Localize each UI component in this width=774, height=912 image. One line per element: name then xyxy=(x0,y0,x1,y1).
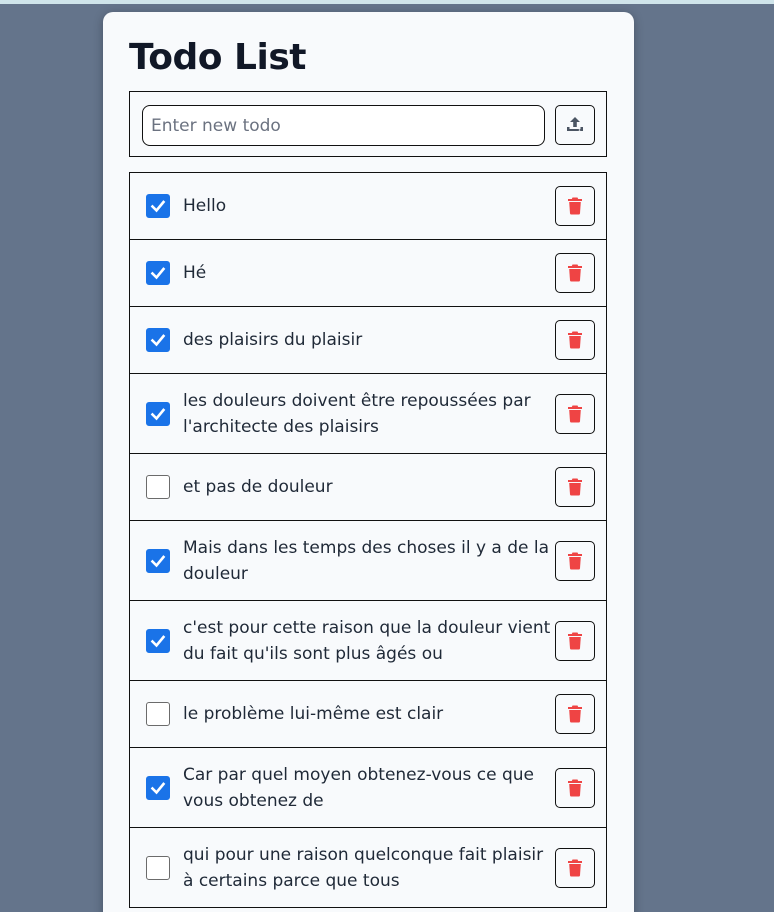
delete-todo-button[interactable] xyxy=(555,767,595,808)
checkmark-icon xyxy=(150,334,166,347)
todo-text: Hello xyxy=(183,196,227,216)
trash-icon xyxy=(567,859,583,877)
delete-todo-button[interactable] xyxy=(555,620,595,661)
checkmark-icon xyxy=(150,200,166,213)
todo-text: le problème lui-même est clair xyxy=(183,704,444,724)
delete-todo-button[interactable] xyxy=(555,847,595,888)
todo-text: et pas de douleur xyxy=(183,477,333,497)
todo-text: Car par quel moyen obtenez-vous ce que v… xyxy=(183,764,534,811)
trash-icon xyxy=(567,405,583,423)
trash-icon xyxy=(567,331,583,349)
todo-text: des plaisirs du plaisir xyxy=(183,330,363,350)
new-todo-input[interactable] xyxy=(142,105,545,146)
delete-todo-button[interactable] xyxy=(555,694,595,734)
add-todo-form xyxy=(129,91,607,157)
todo-checkbox[interactable] xyxy=(146,855,170,880)
checkmark-icon xyxy=(150,407,166,420)
todo-item: le problème lui-même est clair xyxy=(129,680,607,748)
upload-icon xyxy=(565,115,585,135)
top-strip xyxy=(0,0,774,4)
trash-icon xyxy=(567,197,583,215)
delete-todo-button[interactable] xyxy=(555,540,595,581)
todo-checkbox[interactable] xyxy=(146,328,170,352)
todo-checkbox[interactable] xyxy=(146,475,170,499)
trash-icon xyxy=(567,478,583,496)
todo-item: Mais dans les temps des choses il y a de… xyxy=(129,520,607,601)
todo-item: Hé xyxy=(129,239,607,307)
todo-card: Todo List Hello xyxy=(103,12,634,912)
todo-list: Hello Hé des plaisirs du plaisir les dou… xyxy=(129,172,607,908)
todo-text: Mais dans les temps des choses il y a de… xyxy=(183,537,550,584)
todo-item: les douleurs doivent être repoussées par… xyxy=(129,373,607,454)
todo-item: qui pour une raison quelconque fait plai… xyxy=(129,827,607,908)
todo-text: qui pour une raison quelconque fait plai… xyxy=(183,844,544,891)
todo-item: Car par quel moyen obtenez-vous ce que v… xyxy=(129,747,607,828)
todo-item: des plaisirs du plaisir xyxy=(129,306,607,374)
delete-todo-button[interactable] xyxy=(555,253,595,293)
todo-checkbox[interactable] xyxy=(146,548,170,573)
todo-checkbox[interactable] xyxy=(146,702,170,726)
todo-text: les douleurs doivent être repoussées par… xyxy=(183,390,531,437)
todo-text: c'est pour cette raison que la douleur v… xyxy=(183,617,551,664)
checkmark-icon xyxy=(150,634,166,647)
checkmark-icon xyxy=(150,554,166,567)
todo-item: Hello xyxy=(129,172,607,240)
delete-todo-button[interactable] xyxy=(555,393,595,434)
trash-icon xyxy=(567,264,583,282)
delete-todo-button[interactable] xyxy=(555,467,595,507)
page-title: Todo List xyxy=(129,37,306,78)
checkmark-icon xyxy=(150,267,166,280)
trash-icon xyxy=(567,705,583,723)
todo-checkbox[interactable] xyxy=(146,194,170,218)
trash-icon xyxy=(567,779,583,797)
todo-checkbox[interactable] xyxy=(146,775,170,800)
add-todo-button[interactable] xyxy=(555,105,595,145)
checkmark-icon xyxy=(150,781,166,794)
trash-icon xyxy=(567,632,583,650)
delete-todo-button[interactable] xyxy=(555,320,595,360)
todo-checkbox[interactable] xyxy=(146,401,170,426)
delete-todo-button[interactable] xyxy=(555,186,595,226)
trash-icon xyxy=(567,552,583,570)
todo-checkbox[interactable] xyxy=(146,628,170,653)
todo-item: c'est pour cette raison que la douleur v… xyxy=(129,600,607,681)
todo-checkbox[interactable] xyxy=(146,261,170,285)
todo-item: et pas de douleur xyxy=(129,453,607,521)
todo-text: Hé xyxy=(183,263,207,283)
